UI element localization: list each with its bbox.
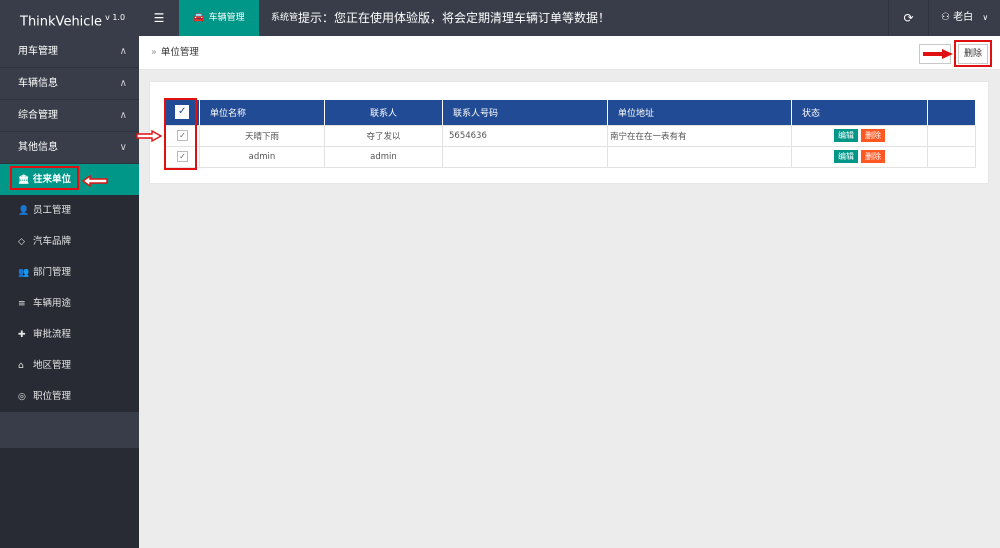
highlight-box xyxy=(164,98,197,170)
sidebar: 用车管理 ∧ 车辆信息 ∧ 综合管理 ∧ 其他信息 ∨ 🏛 往来单位 👤 员工管理 … xyxy=(0,36,139,548)
user-icon: 👤 xyxy=(18,206,30,216)
sidebar-group-label: 用车管理 xyxy=(18,46,58,57)
column-header: 联系人 xyxy=(324,100,443,125)
sidebar-item-label: 审批流程 xyxy=(33,329,72,340)
units-table: ✓ 单位名称 联系人 联系人号码 单位地址 状态 ✓ 天晴下雨 夺了发以 565… xyxy=(165,100,976,168)
chevron-down-icon: ∨ xyxy=(119,142,127,153)
cell-phone: 5654636 xyxy=(442,124,608,147)
annotation-arrow-icon xyxy=(136,130,162,142)
cell-unit-name: admin xyxy=(199,145,325,168)
cell-contact: admin xyxy=(324,145,443,168)
sidebar-item-label: 部门管理 xyxy=(33,267,72,278)
table-row: ✓ 天晴下雨 夺了发以 5654636 南宁在在在一表有有 编辑 删除 xyxy=(165,124,976,147)
edit-button[interactable]: 编辑 xyxy=(834,129,858,142)
edit-button[interactable]: 编辑 xyxy=(834,150,858,163)
breadcrumb-separator-icon: » xyxy=(151,47,157,58)
cell-phone xyxy=(442,145,608,168)
list-icon: ≡ xyxy=(18,299,26,309)
sidebar-item-vehicle-usage[interactable]: ≡ 车辆用途 xyxy=(0,288,139,319)
app-version: v 1.0 xyxy=(105,13,126,22)
breadcrumb-current: 单位管理 xyxy=(160,47,199,58)
diamond-icon: ◇ xyxy=(18,237,25,247)
chevron-down-icon: ∨ xyxy=(982,13,989,22)
sidebar-item-label: 地区管理 xyxy=(33,360,72,371)
top-header: ThinkVehicle v 1.0 ☰ 🚘 车辆管理 系统管 提示：您正在使用体验… xyxy=(0,0,1000,36)
tab-label: 车辆管理 xyxy=(208,13,245,23)
sidebar-item-car-brands[interactable]: ◇ 汽车品牌 xyxy=(0,226,139,257)
sidebar-footer xyxy=(0,448,139,548)
annotation-arrow-icon xyxy=(923,49,953,59)
highlight-box xyxy=(954,40,992,67)
row-delete-button[interactable]: 删除 xyxy=(861,150,885,163)
sidebar-item-approval-flow[interactable]: ✚ 审批流程 xyxy=(0,319,139,350)
car-icon: 🚘 xyxy=(193,13,205,23)
sidebar-group-vehicle-info[interactable]: 车辆信息 ∧ xyxy=(0,68,139,100)
cell-address xyxy=(607,145,792,168)
sidebar-group-label: 其他信息 xyxy=(18,142,58,153)
group-icon: 👥 xyxy=(18,268,30,278)
chevron-up-icon: ∧ xyxy=(119,46,127,57)
table-row: ✓ admin admin 编辑 删除 xyxy=(165,145,976,168)
home-icon: ⌂ xyxy=(18,361,24,371)
cell-contact: 夺了发以 xyxy=(324,124,443,147)
cell-address: 南宁在在在一表有有 xyxy=(607,124,792,147)
column-header: 联系人号码 xyxy=(442,100,608,125)
sidebar-item-label: 汽车品牌 xyxy=(33,236,72,247)
column-header: 单位名称 xyxy=(199,100,325,125)
cell-unit-name: 天晴下雨 xyxy=(199,124,325,147)
cell-actions: 编辑 删除 xyxy=(791,124,928,147)
menu-toggle-icon[interactable]: ☰ xyxy=(139,0,179,36)
column-header: 状态 xyxy=(791,100,928,125)
sidebar-group-label: 车辆信息 xyxy=(18,78,58,89)
sidebar-item-label: 车辆用途 xyxy=(33,298,72,309)
chevron-up-icon: ∧ xyxy=(119,78,127,89)
content-card: ✓ 单位名称 联系人 联系人号码 单位地址 状态 ✓ 天晴下雨 夺了发以 565… xyxy=(149,81,989,184)
annotation-arrow-icon xyxy=(82,175,108,187)
tab-vehicle-management[interactable]: 🚘 车辆管理 xyxy=(179,0,259,36)
cell-empty xyxy=(927,124,976,147)
notice-banner: 提示：您正在使用体验版，将会定期清理车辆订单等数据！ xyxy=(298,11,611,25)
table-header-row: ✓ 单位名称 联系人 联系人号码 单位地址 状态 xyxy=(165,100,976,125)
sidebar-item-positions[interactable]: ◎ 职位管理 xyxy=(0,381,139,412)
column-header-empty xyxy=(927,100,976,125)
sidebar-group-other-info[interactable]: 其他信息 ∨ xyxy=(0,132,139,164)
user-name: 老白 xyxy=(953,12,974,23)
user-icon: ⚇ xyxy=(941,12,950,23)
sidebar-item-employees[interactable]: 👤 员工管理 xyxy=(0,195,139,226)
breadcrumb: » 单位管理 xyxy=(151,36,199,70)
sidebar-item-departments[interactable]: 👥 部门管理 xyxy=(0,257,139,288)
highlight-box xyxy=(10,166,79,190)
puzzle-icon: ✚ xyxy=(18,330,26,340)
chevron-up-icon: ∧ xyxy=(119,110,127,121)
user-menu[interactable]: ⚇ 老白 ∨ xyxy=(928,0,1000,36)
sidebar-group-label: 综合管理 xyxy=(18,110,58,121)
sidebar-item-regions[interactable]: ⌂ 地区管理 xyxy=(0,350,139,381)
cell-actions: 编辑 删除 xyxy=(791,145,928,168)
sidebar-group-vehicle-use[interactable]: 用车管理 ∧ xyxy=(0,36,139,68)
cell-empty xyxy=(927,145,976,168)
refresh-icon[interactable]: ⟳ xyxy=(888,0,928,36)
sidebar-item-label: 员工管理 xyxy=(33,205,72,216)
app-name: ThinkVehicle xyxy=(20,14,103,30)
column-header: 单位地址 xyxy=(607,100,792,125)
sidebar-group-general[interactable]: 综合管理 ∧ xyxy=(0,100,139,132)
tab-system-management[interactable]: 系统管 xyxy=(271,0,298,36)
sidebar-item-label: 职位管理 xyxy=(33,391,72,402)
camera-icon: ◎ xyxy=(18,392,26,402)
breadcrumb-bar: » 单位管理 删除 xyxy=(139,36,1000,70)
row-delete-button[interactable]: 删除 xyxy=(861,129,885,142)
app-logo[interactable]: ThinkVehicle v 1.0 xyxy=(0,0,139,36)
